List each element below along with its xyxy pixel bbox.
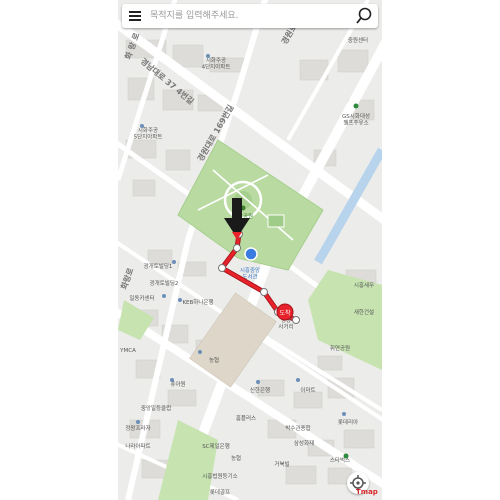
map-view[interactable]: 화 랑 로 경남대로 37 4번길 경원대로 169번길 경원로 화랑로 시화주… xyxy=(118,0,382,500)
place-cheungsang: 중앙일등클럽 xyxy=(141,404,171,412)
place-nonghyup: 농협 xyxy=(209,356,219,364)
place-ilsung: 일동카센터 xyxy=(129,294,154,302)
place-hwiyeon: 휘연공원 xyxy=(330,344,350,352)
place-homeplus: 홈플러스 xyxy=(236,414,256,422)
brand-logo: Tmap xyxy=(356,488,378,496)
destination-search-input[interactable] xyxy=(150,7,346,25)
phone-screen: 화 랑 로 경남대로 37 4번길 경원대로 169번길 경원로 화랑로 시화주… xyxy=(118,0,382,500)
place-emart: 이마트 xyxy=(300,386,315,394)
place-saehan: 새한건설 xyxy=(354,308,374,316)
place-ymca: YMCA xyxy=(119,348,136,354)
place-keb: KEB하나은행 xyxy=(182,298,213,306)
search-bar xyxy=(122,4,378,28)
place-court: 시흥법원등기소 xyxy=(202,472,237,480)
place-siheung-tax: 시흥세무 xyxy=(354,281,374,289)
svg-text:도착: 도착 xyxy=(279,309,291,317)
hamburger-menu-icon[interactable] xyxy=(124,6,146,26)
place-guro: 농협 xyxy=(231,454,241,462)
place-samsung: 삼성화재 xyxy=(294,439,314,447)
place-gwanghwa2: 광개토빌딩2 xyxy=(150,279,179,287)
magnifier-icon[interactable] xyxy=(354,6,374,26)
place-gs: GS시화대성 젤프주유소 xyxy=(342,112,370,127)
place-baekso: 박수관종합 xyxy=(285,424,310,432)
current-location-dot xyxy=(244,247,258,261)
place-bank: 신한은행 xyxy=(250,386,270,394)
place-jeongwang: 정왕프라자 xyxy=(125,424,150,432)
place-nara: 나라아파트 xyxy=(125,442,150,450)
place-gwanghwa: 광개토빌딩1 xyxy=(144,262,173,270)
place-golf: 롯데골프 xyxy=(210,488,230,496)
place-sc: SC제일은행 xyxy=(202,442,230,450)
place-sihwa-5: 시화주공 5단지아파트 xyxy=(134,127,163,141)
place-jungang-top: 중원센터 xyxy=(348,36,368,44)
place-geochul: 거북빌 xyxy=(274,460,289,468)
place-sihwa-4: 시화주공 4단지아파트 xyxy=(202,57,231,71)
place-lotte: 롯데리아 xyxy=(338,418,358,426)
